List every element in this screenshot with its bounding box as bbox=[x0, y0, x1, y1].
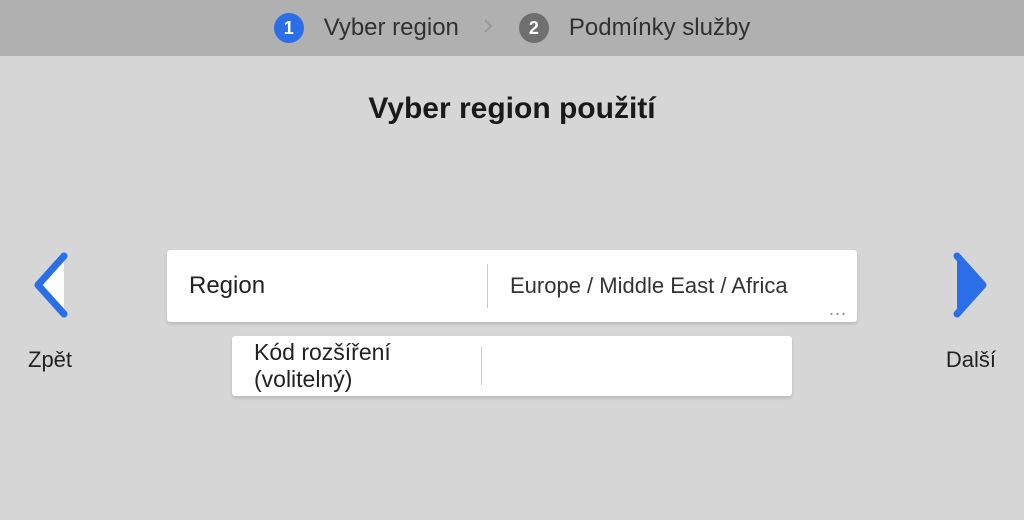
extension-code-label: Kód rozšíření (volitelný) bbox=[232, 339, 481, 393]
nav-back: Zpět bbox=[28, 250, 72, 373]
region-value: Europe / Middle East / Africa bbox=[488, 273, 857, 299]
ellipsis-icon: ... bbox=[829, 299, 847, 320]
extension-code-row: Kód rozšíření (volitelný) bbox=[232, 336, 792, 396]
step-2: 2 Podmínky služby bbox=[519, 13, 750, 43]
step-2-circle: 2 bbox=[519, 13, 549, 43]
stepper-bar: 1 Vyber region 2 Podmínky služby bbox=[0, 0, 1024, 56]
next-label: Další bbox=[946, 347, 996, 373]
step-separator-icon bbox=[483, 18, 495, 39]
step-1: 1 Vyber region bbox=[274, 13, 459, 43]
step-2-label: Podmínky služby bbox=[569, 14, 750, 42]
region-label: Region bbox=[167, 272, 487, 300]
step-1-number: 1 bbox=[284, 18, 294, 39]
step-1-circle: 1 bbox=[274, 13, 304, 43]
chevron-right-icon bbox=[949, 250, 993, 320]
fields-container: Region Europe / Middle East / Africa ...… bbox=[167, 250, 857, 396]
extension-code-input[interactable] bbox=[482, 336, 792, 396]
region-selector[interactable]: Region Europe / Middle East / Africa ... bbox=[167, 250, 857, 322]
page-title: Vyber region použití bbox=[0, 92, 1024, 126]
back-label: Zpět bbox=[28, 347, 72, 373]
back-button[interactable] bbox=[28, 250, 72, 325]
chevron-left-icon bbox=[28, 250, 72, 320]
step-1-label: Vyber region bbox=[324, 14, 459, 42]
step-2-number: 2 bbox=[529, 18, 539, 39]
nav-next: Další bbox=[946, 250, 996, 373]
next-button[interactable] bbox=[949, 250, 993, 325]
